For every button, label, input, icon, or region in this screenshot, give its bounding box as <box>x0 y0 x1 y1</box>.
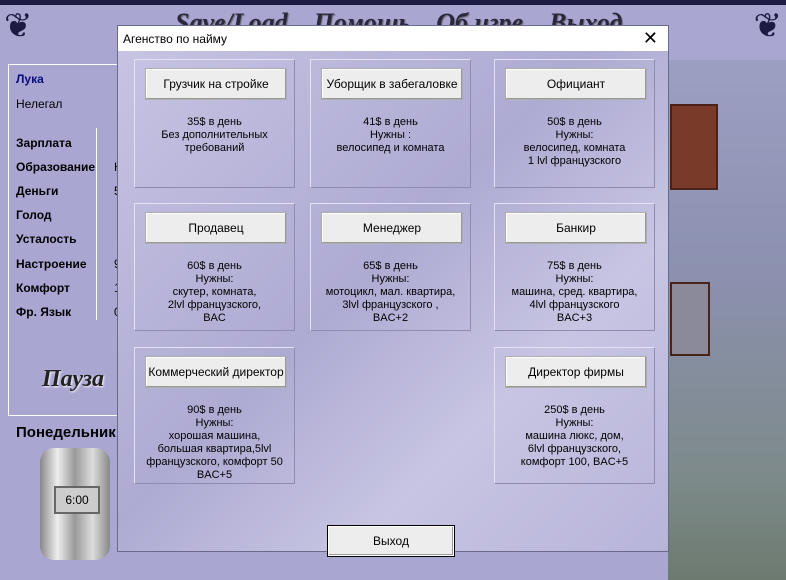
city-background <box>668 60 786 580</box>
building-icon <box>670 104 718 190</box>
job-group: Уборщик в забегаловке 41$ в день Нужны : … <box>310 59 471 188</box>
stat-label: Комфорт <box>16 281 70 295</box>
job-group: Грузчик на стройке 35$ в день Без дополни… <box>134 59 295 188</box>
close-icon[interactable]: ✕ <box>643 28 658 49</box>
day-label: Понедельник <box>16 424 116 441</box>
job-requirements: 35$ в день Без дополнительных требований <box>161 116 268 154</box>
pause-button[interactable]: Пауза <box>42 366 104 393</box>
job-button[interactable]: Коммерческий директор <box>145 356 287 388</box>
building-icon <box>670 282 710 356</box>
stat-label: Усталость <box>16 232 77 246</box>
job-requirements: 75$ в день Нужны: машина, сред. квартира… <box>511 260 638 324</box>
job-requirements: 50$ в день Нужны: велосипед, комната 1 l… <box>523 116 626 167</box>
stat-label: Образование <box>16 160 96 174</box>
ornament-icon: ❦ <box>753 7 783 45</box>
hiring-agency-dialog: Агенство по найму ✕ Выход Грузчик на стр… <box>117 25 669 557</box>
stat-label: Фр. Язык <box>16 305 72 319</box>
job-group: Продавец 60$ в день Нужны: скутер, комнат… <box>134 203 295 331</box>
job-requirements: 41$ в день Нужны : велосипед и комната <box>336 116 445 154</box>
player-status: Нелегал <box>16 97 63 111</box>
job-group: Директор фирмы 250$ в день Нужны: машина … <box>494 347 655 484</box>
dialog-content: Выход Грузчик на стройке 35$ в день Без д… <box>118 51 668 557</box>
job-button[interactable]: Менеджер <box>321 212 463 244</box>
job-requirements: 65$ в день Нужны: мотоцикл, мал. квартир… <box>325 260 456 324</box>
job-requirements: 60$ в день Нужны: скутер, комната, 2lvl … <box>167 260 262 324</box>
job-button[interactable]: Грузчик на стройке <box>145 68 287 100</box>
ornament-icon: ❦ <box>4 7 33 45</box>
title-bar: Агенство по найму ✕ <box>118 26 668 51</box>
job-group: Официант 50$ в день Нужны: велосипед, ком… <box>494 59 655 188</box>
player-name: Лука <box>16 72 44 86</box>
job-group: Коммерческий директор 90$ в день Нужны: х… <box>134 347 295 484</box>
job-group: Менеджер 65$ в день Нужны: мотоцикл, мал.… <box>310 203 471 331</box>
stat-label: Голод <box>16 208 52 222</box>
clock-time: 6:00 <box>54 486 100 514</box>
stat-label: Зарплата <box>16 136 72 150</box>
job-button[interactable]: Официант <box>505 68 647 100</box>
exit-button[interactable]: Выход <box>327 525 455 557</box>
stat-label: Настроение <box>16 257 87 271</box>
dialog-title: Агенство по найму <box>123 32 228 46</box>
job-button[interactable]: Банкир <box>505 212 647 244</box>
divider <box>96 128 97 320</box>
job-requirements: 90$ в день Нужны: хорошая машина, больша… <box>146 404 283 481</box>
watch-icon: 6:00 <box>40 448 110 560</box>
job-requirements: 250$ в день Нужны: машина люкс, дом, 6lv… <box>520 404 629 468</box>
job-button[interactable]: Продавец <box>145 212 287 244</box>
job-button[interactable]: Директор фирмы <box>505 356 647 388</box>
top-border <box>0 0 786 5</box>
job-group: Банкир 75$ в день Нужны: машина, сред. кв… <box>494 203 655 331</box>
stat-label: Деньги <box>16 184 59 198</box>
job-button[interactable]: Уборщик в забегаловке <box>321 68 463 100</box>
